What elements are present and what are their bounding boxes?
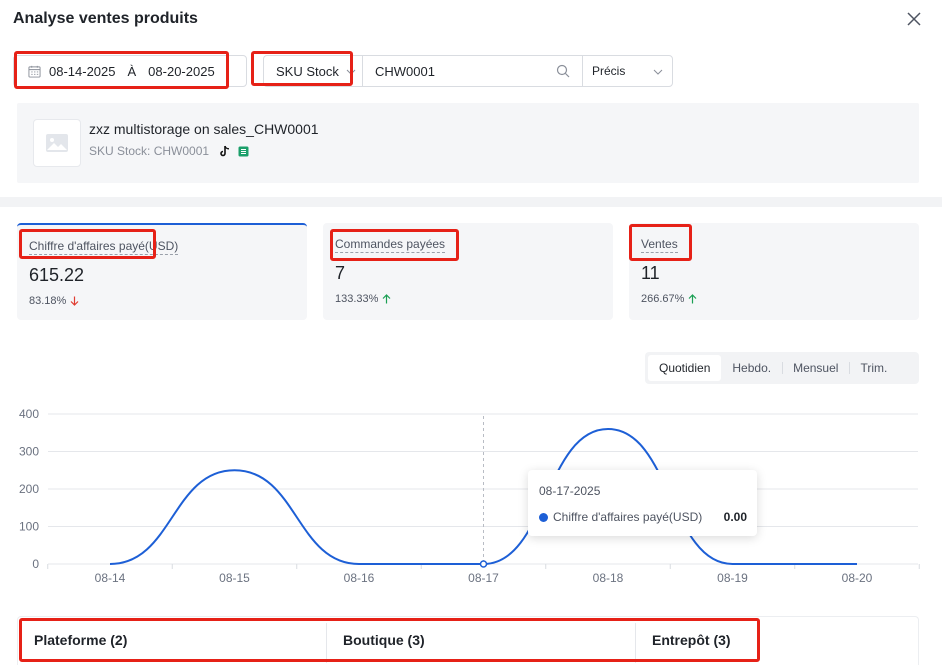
y-tick-label: 400 (19, 407, 39, 421)
x-tick-label: 08-17 (468, 571, 499, 585)
kpi-delta: 266.67% (641, 293, 697, 305)
search-type-value: SKU Stock (276, 63, 339, 79)
tab-platform[interactable]: Plateforme (2) (18, 617, 327, 663)
x-tick-label: 08-14 (95, 571, 126, 585)
kpi-label: Chiffre d'affaires payé(USD) (29, 239, 179, 255)
image-placeholder-icon (46, 134, 68, 152)
kpi-delta: 83.18% (29, 295, 79, 307)
dialog-title: Analyse ventes produits (13, 10, 198, 27)
kpi-delta: 133.33% (335, 293, 391, 305)
product-card: zxz multistorage on sales_CHW0001 SKU St… (17, 103, 919, 183)
x-tick-label: 08-18 (593, 571, 624, 585)
chevron-down-icon (346, 69, 356, 75)
product-sku: SKU Stock: CHW0001 (89, 144, 210, 158)
match-mode-select[interactable]: Précis (582, 55, 673, 87)
date-end[interactable]: 08-20-2025 (148, 64, 215, 79)
product-name: zxz multistorage on sales_CHW0001 (89, 121, 319, 137)
shop-icon (238, 146, 249, 156)
tooltip-value: 0.00 (723, 510, 747, 524)
tooltip-row: Chiffre d'affaires payé(USD) 0.00 (539, 510, 747, 524)
kpi-label: Commandes payées (335, 237, 446, 253)
tab-warehouse[interactable]: Entrepôt (3) (636, 617, 920, 662)
x-tick-label: 08-20 (842, 571, 873, 585)
tab-daily[interactable]: Quotidien (648, 355, 722, 381)
calendar-icon (28, 65, 41, 78)
hover-point (479, 560, 488, 568)
tiktok-icon (220, 145, 230, 157)
kpi-delta-value: 83.18% (29, 295, 67, 307)
kpi-card-revenue[interactable]: Chiffre d'affaires payé(USD) 615.22 83.1… (17, 223, 307, 320)
kpi-value: 7 (335, 263, 346, 283)
section-divider (0, 197, 942, 207)
tab-shop-label: Boutique (3) (343, 631, 425, 648)
breakdown-tabs: Plateforme (2) Boutique (3) Entrepôt (3) (17, 616, 919, 665)
tab-platform-label: Plateforme (2) (34, 631, 128, 648)
close-icon[interactable] (906, 11, 922, 27)
tab-quarterly[interactable]: Trim. (849, 355, 898, 381)
chart-tooltip: 08-17-2025 Chiffre d'affaires payé(USD) … (528, 470, 757, 536)
arrow-up-icon (383, 294, 391, 304)
y-tick-label: 0 (32, 557, 39, 571)
date-range-picker[interactable]: 08-14-2025 À 08-20-2025 (13, 55, 247, 87)
kpi-delta-value: 266.67% (641, 293, 685, 305)
tab-weekly[interactable]: Hebdo. (721, 355, 782, 381)
kpi-value: 615.22 (29, 265, 85, 285)
date-separator: À (127, 63, 137, 79)
y-tick-label: 100 (19, 520, 39, 534)
tooltip-date: 08-17-2025 (539, 484, 601, 498)
kpi-card-sales[interactable]: Ventes 11 266.67% (629, 223, 919, 320)
tab-monthly[interactable]: Mensuel (782, 355, 849, 381)
kpi-value: 11 (641, 263, 660, 283)
filter-bar: 08-14-2025 À 08-20-2025 SKU Stock Précis (13, 55, 673, 87)
x-tick-label: 08-15 (219, 571, 250, 585)
period-tabs: Quotidien Hebdo. Mensuel Trim. (645, 352, 919, 384)
arrow-down-icon (70, 296, 79, 306)
date-start[interactable]: 08-14-2025 (49, 64, 116, 79)
product-sku-line: SKU Stock: CHW0001 (89, 144, 249, 158)
y-tick-label: 300 (19, 445, 39, 459)
kpi-label: Ventes (641, 237, 678, 253)
product-thumbnail (33, 119, 81, 167)
arrow-up-icon (689, 294, 697, 304)
x-tick-label: 08-16 (344, 571, 375, 585)
chevron-down-icon (653, 69, 663, 75)
kpi-delta-value: 133.33% (335, 293, 379, 305)
y-tick-label: 200 (19, 482, 39, 496)
search-icon[interactable] (556, 64, 570, 78)
match-mode-value: Précis (592, 64, 626, 78)
sales-line-chart[interactable]: 0 100 200 300 400 08-14 08-15 08-16 08-17 08-18 08… (0, 395, 942, 595)
tab-warehouse-label: Entrepôt (3) (652, 631, 731, 648)
x-tick-label: 08-19 (717, 571, 748, 585)
kpi-card-orders[interactable]: Commandes payées 7 133.33% (323, 223, 613, 320)
tooltip-series-label: Chiffre d'affaires payé(USD) (553, 510, 703, 524)
tab-shop[interactable]: Boutique (3) (327, 617, 636, 663)
search-type-select[interactable]: SKU Stock (263, 55, 363, 87)
series-dot (539, 512, 548, 522)
search-input[interactable] (363, 55, 583, 87)
